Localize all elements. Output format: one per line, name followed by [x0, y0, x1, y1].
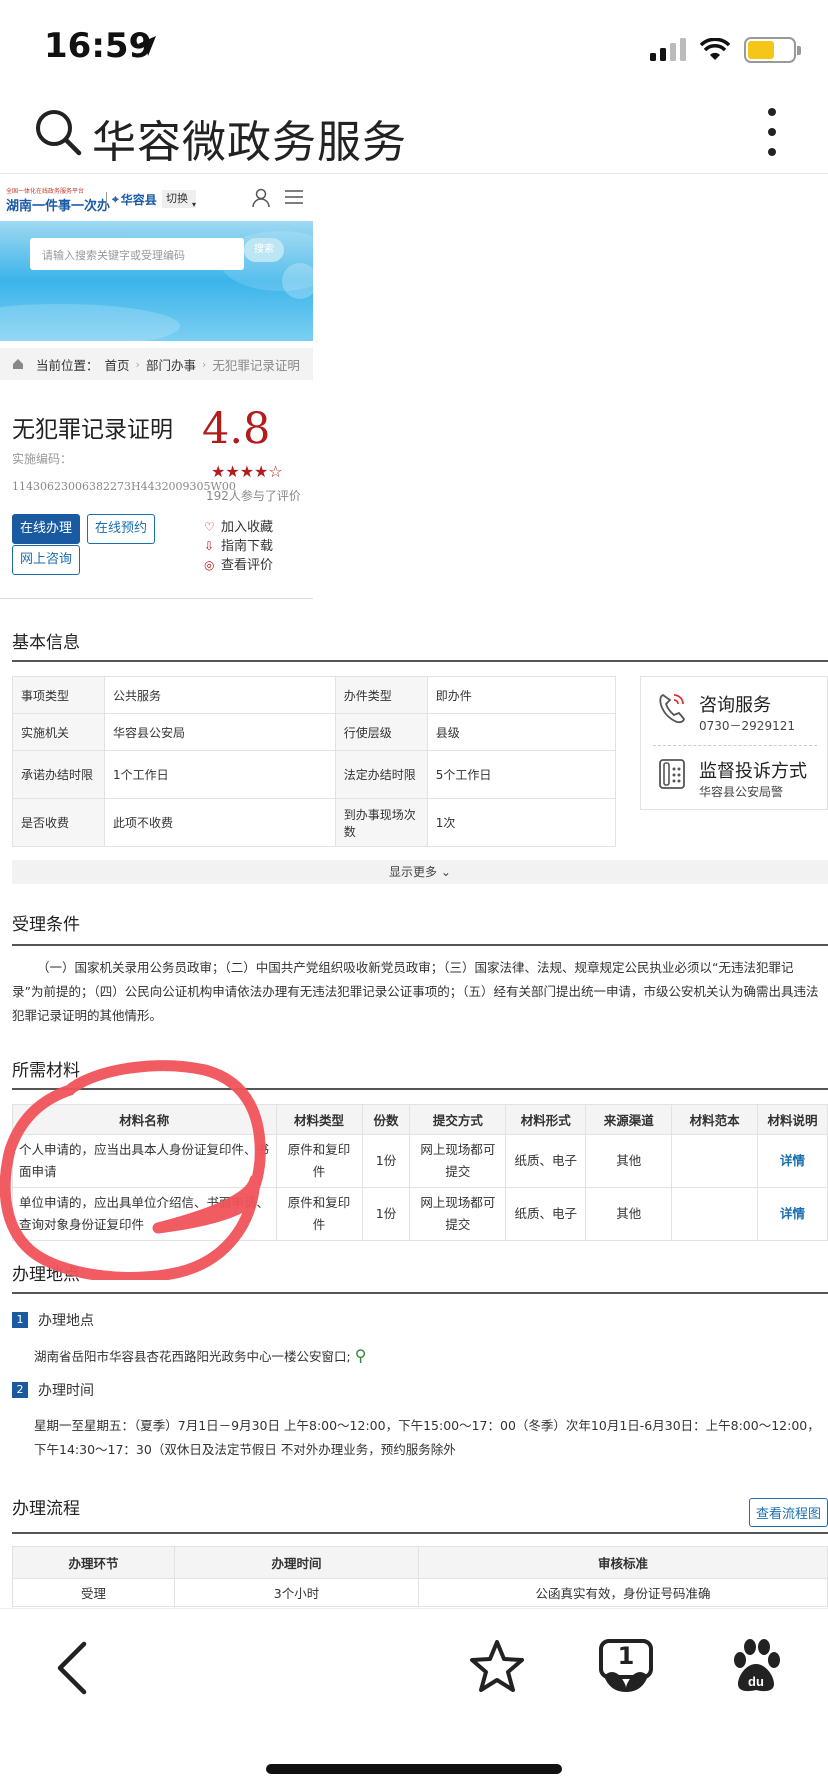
online-apply-button[interactable]: 在线办理	[12, 514, 81, 544]
telephone-icon	[659, 759, 685, 789]
breadcrumb: 当前位置： 首页 › 部门办事 › 无犯罪记录证明	[0, 348, 313, 380]
logo-title: 湖南一件事一次办	[6, 199, 111, 214]
supervise-sub: 华容县公安局警	[699, 785, 784, 799]
header-icons	[252, 188, 304, 208]
table-row: 实施机关 华容县公安局 行使层级 县级	[12, 713, 617, 751]
menu-icon[interactable]	[284, 188, 304, 206]
time-subheading: 2 办理时间	[12, 1380, 94, 1400]
signal-icon	[650, 38, 686, 61]
chevron-down-icon: ⌄	[437, 865, 451, 879]
logo-divider	[106, 192, 107, 208]
table-row: 事项类型 公共服务 办件类型 即办件	[12, 676, 617, 714]
view-reviews-link[interactable]: ◎ 查看评价	[204, 556, 273, 575]
home-icon	[13, 359, 23, 369]
hand-drawn-circle-annotation	[0, 1060, 266, 1280]
step-number-icon: 2	[12, 1382, 28, 1398]
svg-text:du: du	[748, 1674, 764, 1689]
back-icon[interactable]	[54, 1640, 88, 1700]
breadcrumb-separator: ›	[135, 357, 140, 371]
table-row: 受理 3个小时 公函真实有效，身份证号码准确	[12, 1578, 828, 1607]
section-divider	[12, 1292, 828, 1294]
breadcrumb-home[interactable]: 首页	[105, 355, 130, 374]
site-search-input[interactable]: 请输入搜索关键字或受理编码	[30, 238, 244, 270]
consult-phone: 0730－2929121	[699, 719, 795, 733]
view-flowchart-button[interactable]: 查看流程图	[748, 1498, 828, 1527]
section-divider	[12, 1532, 828, 1534]
baidu-paw-icon[interactable]: du	[728, 1638, 784, 1698]
section-divider	[12, 660, 828, 662]
divider	[0, 598, 313, 599]
location-name: 华容县	[120, 193, 157, 207]
user-icon[interactable]	[252, 188, 270, 208]
add-favorite-link[interactable]: ♡ 加入收藏	[204, 518, 273, 537]
rating-count: 192人参与了评价	[206, 489, 301, 503]
step-number-icon: 1	[12, 1312, 28, 1328]
conditions-text: （一）国家机关录用公务员政审；（二）中国共产党组织吸收新党员政审；（三）国家法律…	[12, 960, 819, 1023]
site-logo[interactable]: 全国一体化在线政务服务平台 湖南一件事一次办	[6, 186, 111, 214]
contact-panel: 咨询服务 0730－2929121 监督投诉方式 华容县公安局警	[640, 676, 828, 810]
item-actions: ♡ 加入收藏 ⇩ 指南下载 ◎ 查看评价	[204, 518, 273, 575]
breadcrumb-label: 当前位置：	[36, 357, 99, 373]
switch-location-button[interactable]: 切换	[162, 190, 196, 208]
location-arrow-icon	[136, 34, 158, 62]
phone-icon	[659, 693, 685, 724]
table-header-row: 办理环节 办理时间 审核标准	[12, 1546, 828, 1579]
tabs-icon[interactable]: 1	[598, 1638, 654, 1694]
detail-link[interactable]: 详情	[780, 1153, 805, 1168]
search-icon[interactable]	[34, 108, 82, 160]
more-menu-icon[interactable]	[766, 108, 778, 156]
download-icon: ⇩	[204, 539, 215, 553]
browser-title[interactable]: 华容微政务服务	[92, 106, 407, 170]
table-row: 承诺办结时限 1个工作日 法定办结时限 5个工作日	[12, 750, 617, 799]
code-label: 实施编码：	[12, 452, 73, 466]
code-value: 11430623006382273H4432009305W00	[12, 480, 236, 493]
logo-subtitle: 全国一体化在线政务服务平台	[6, 188, 85, 195]
basic-info-heading: 基本信息	[12, 633, 80, 653]
conditions-heading: 受理条件	[12, 915, 80, 935]
supervise-complaint[interactable]: 监督投诉方式 华容县公安局警	[657, 757, 807, 800]
breadcrumb-current: 无犯罪记录证明	[212, 357, 300, 373]
breadcrumb-dept[interactable]: 部门办事	[146, 355, 196, 374]
site-search-button[interactable]: 搜索	[244, 238, 284, 262]
rating-stars: ★★★★☆	[211, 462, 283, 481]
basic-info-table: 事项类型 公共服务 办件类型 即办件 实施机关 华容县公安局 行使层级 县级 承诺办结时…	[12, 676, 617, 847]
section-divider	[12, 944, 828, 946]
rating-score: 4.8	[202, 404, 271, 454]
panel-divider	[653, 745, 817, 746]
switch-caret-icon: ▾	[192, 200, 197, 209]
online-appointment-button[interactable]: 在线预约	[87, 514, 156, 544]
home-indicator[interactable]	[266, 1764, 562, 1774]
wifi-icon	[700, 38, 730, 60]
map-pin-icon[interactable]: ⚲	[355, 1346, 367, 1365]
guide-download-link[interactable]: ⇩ 指南下载	[204, 537, 273, 556]
office-hours: 星期一至星期五：（夏季）7月1日－9月30日 上午8:00～12:00，下午15…	[34, 1418, 820, 1457]
heart-icon: ♡	[204, 520, 215, 534]
battery-icon	[744, 37, 801, 63]
breadcrumb-separator: ›	[201, 357, 207, 371]
show-more-button[interactable]: 显示更多 ⌄	[12, 860, 828, 884]
location-selector[interactable]: ⌖ 华容县	[112, 191, 157, 208]
detail-link[interactable]: 详情	[780, 1206, 805, 1221]
online-consult-button[interactable]: 网上咨询	[12, 545, 81, 575]
process-table: 办理环节 办理时间 审核标准 受理 3个小时 公函真实有效，身份证号码准确	[12, 1546, 828, 1607]
consult-title: 咨询服务	[699, 695, 771, 716]
consult-service[interactable]: 咨询服务 0730－2929121	[657, 691, 795, 734]
location-pin-icon: ⌖	[112, 192, 119, 206]
review-icon: ◎	[204, 558, 215, 572]
page-title: 无犯罪记录证明	[12, 417, 173, 443]
place-subheading: 1 办理地点	[12, 1310, 94, 1330]
table-row: 是否收费 此项不收费 到办事现场次数 1次	[12, 798, 617, 847]
process-heading: 办理流程	[12, 1499, 80, 1519]
tab-count: 1	[617, 1642, 635, 1670]
place-address: 湖南省岳阳市华容县杏花西路阳光政务中心一楼公安窗口; ⚲	[34, 1346, 367, 1365]
status-indicators	[650, 32, 801, 68]
supervise-title: 监督投诉方式	[699, 761, 807, 782]
star-icon[interactable]	[468, 1638, 526, 1698]
